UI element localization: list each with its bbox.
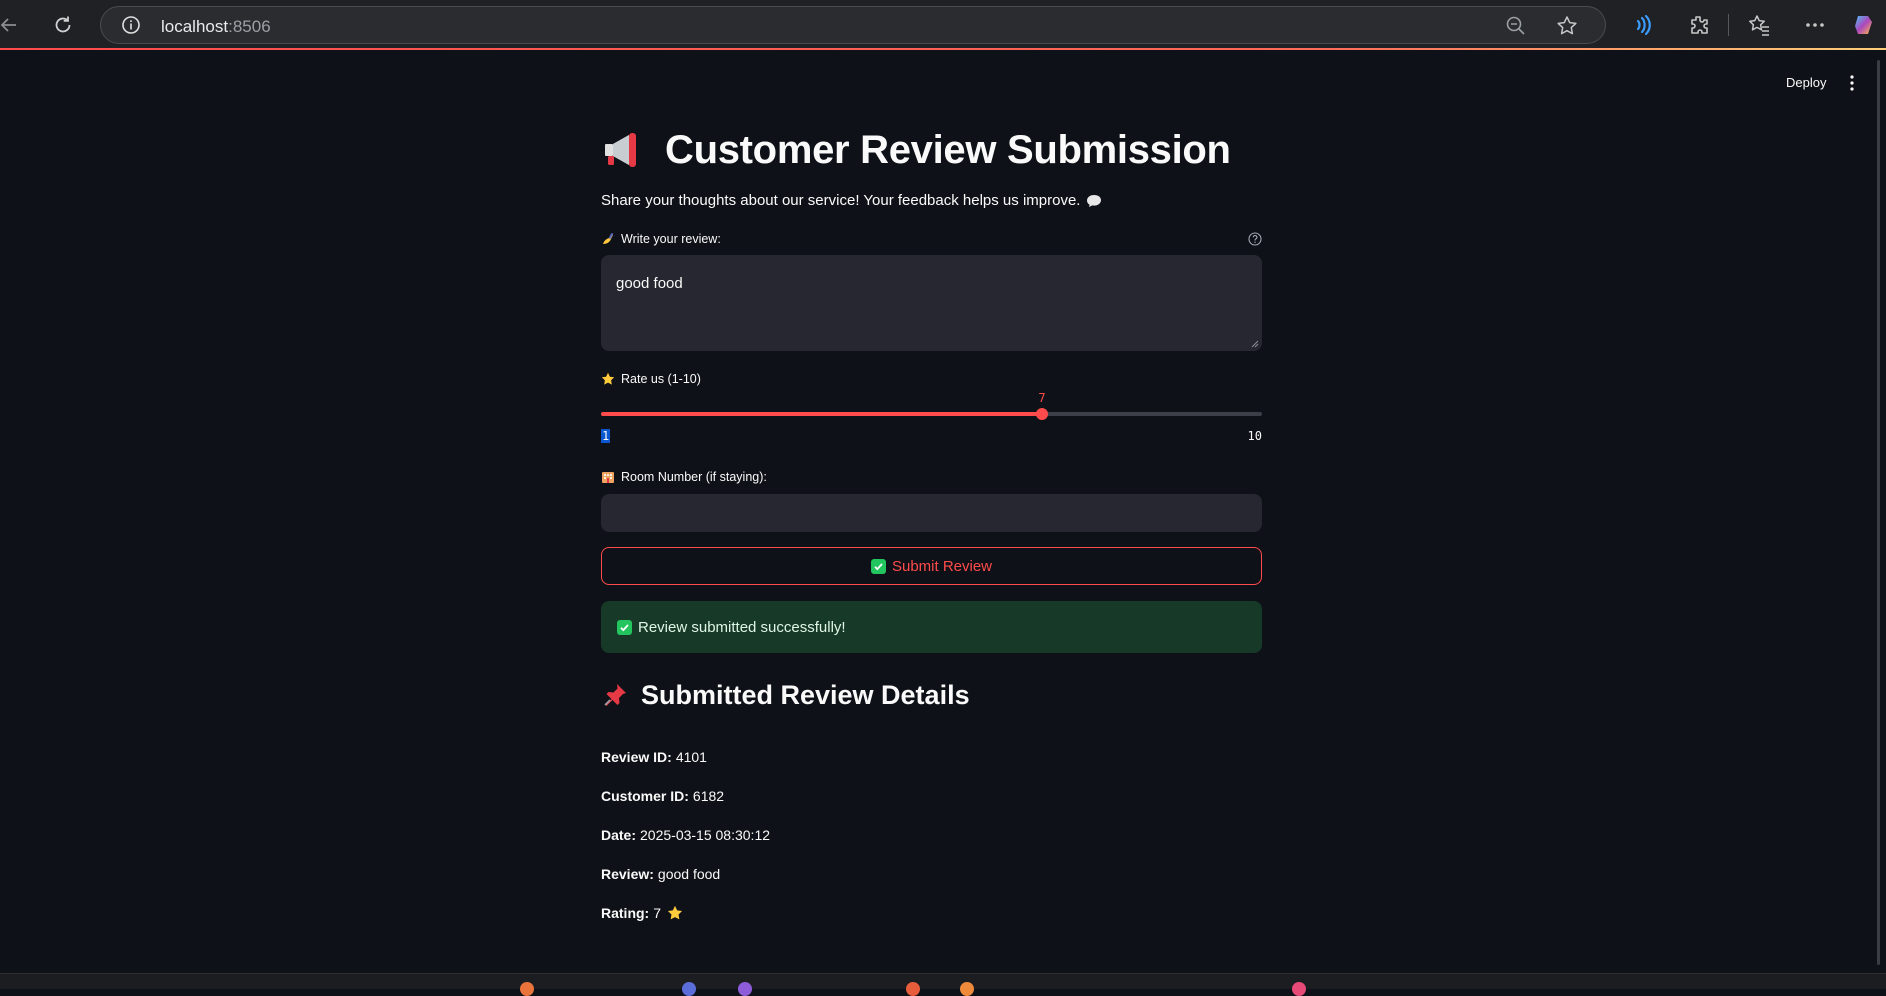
detail-review-id: Review ID: 4101 — [601, 737, 1262, 776]
more-options-icon[interactable] — [1802, 12, 1828, 38]
resize-handle-icon[interactable] — [1251, 340, 1259, 348]
room-field-label: Room Number (if staying): — [601, 467, 1262, 487]
slider-fill — [601, 412, 1042, 416]
favorite-star-icon[interactable] — [1555, 14, 1579, 38]
check-mark-icon — [870, 558, 886, 574]
speech-bubble-icon — [1087, 194, 1102, 207]
submit-review-button[interactable]: Submit Review — [601, 547, 1262, 585]
copilot-icon[interactable] — [1852, 12, 1878, 38]
browser-toolbar: localhost:8506 — [0, 0, 1886, 50]
main-menu-icon[interactable] — [1848, 73, 1856, 93]
main-content: Customer Review Submission Share your th… — [601, 118, 1262, 932]
submit-button-label: Submit Review — [891, 557, 993, 575]
review-textarea[interactable]: good food — [601, 255, 1262, 351]
address-bar[interactable]: localhost:8506 — [100, 6, 1606, 44]
read-aloud-icon[interactable] — [1630, 12, 1656, 38]
zoom-out-icon[interactable] — [1505, 15, 1527, 37]
page-title-text: Customer Review Submission — [665, 127, 1231, 172]
favorites-icon[interactable] — [1746, 12, 1772, 38]
rating-slider[interactable]: 7 1 10 — [601, 391, 1262, 453]
success-check-icon — [617, 619, 632, 635]
detail-review: Review: good food — [601, 854, 1262, 893]
detail-customer-id: Customer ID: 6182 — [601, 776, 1262, 815]
success-message: Review submitted successfully! — [638, 618, 846, 636]
success-alert: Review submitted successfully! — [601, 601, 1262, 653]
rating-field-label: Rate us (1-10) — [601, 369, 1262, 389]
detail-label: Date: — [601, 826, 637, 843]
hotel-icon — [602, 472, 614, 483]
detail-value: 2025-03-15 08:30:12 — [640, 826, 771, 843]
taskbar-app-icon[interactable] — [1292, 982, 1306, 996]
room-number-input[interactable] — [601, 494, 1262, 532]
back-arrow-icon[interactable] — [0, 10, 24, 40]
writing-hand-icon — [603, 232, 614, 244]
detail-label: Rating: — [601, 904, 650, 921]
details-heading-text: Submitted Review Details — [641, 679, 970, 710]
detail-value: good food — [657, 865, 721, 882]
help-icon[interactable] — [1248, 232, 1262, 246]
review-label-text: Write your review: — [621, 232, 721, 246]
slider-thumb[interactable] — [1036, 408, 1048, 420]
megaphone-icon — [605, 133, 636, 167]
detail-value: 6182 — [692, 787, 725, 804]
detail-date: Date: 2025-03-15 08:30:12 — [601, 815, 1262, 854]
detail-label: Review ID: — [601, 748, 672, 765]
slider-max-label: 10 — [1247, 429, 1262, 443]
url-text: localhost:8506 — [161, 17, 271, 36]
detail-value: 4101 — [675, 748, 707, 765]
detail-label: Review: — [601, 865, 654, 882]
taskbar-app-icon[interactable] — [682, 982, 696, 996]
detail-value: 7 — [653, 904, 662, 921]
taskbar-app-icon[interactable] — [738, 982, 752, 996]
review-textarea-value: good food — [616, 275, 683, 292]
page-title: Customer Review Submission — [601, 118, 1262, 182]
toolbar-divider — [1728, 14, 1729, 36]
loading-accent-line — [0, 48, 1886, 50]
page-subtitle: Share your thoughts about our service! Y… — [601, 192, 1262, 209]
taskbar-app-icon[interactable] — [906, 982, 920, 996]
rating-label-text: Rate us (1-10) — [621, 372, 701, 386]
page-subtitle-text: Share your thoughts about our service! Y… — [601, 192, 1081, 209]
star-icon — [601, 372, 615, 385]
slider-current-value: 7 — [1038, 391, 1046, 405]
os-taskbar — [0, 973, 1886, 996]
pushpin-icon — [604, 684, 626, 706]
extensions-icon[interactable] — [1686, 12, 1712, 38]
site-info-icon[interactable] — [121, 15, 141, 35]
deploy-button[interactable]: Deploy — [1786, 75, 1826, 90]
taskbar-app-icon[interactable] — [520, 982, 534, 996]
taskbar-app-icon[interactable] — [960, 982, 974, 996]
star-icon — [667, 905, 683, 920]
details-heading: Submitted Review Details — [601, 675, 1262, 715]
page-scrollbar[interactable] — [1877, 60, 1880, 965]
room-label-text: Room Number (if staying): — [621, 470, 767, 484]
detail-label: Customer ID: — [601, 787, 689, 804]
detail-rating: Rating: 7 — [601, 893, 1262, 932]
reload-icon[interactable] — [48, 10, 78, 40]
slider-min-label: 1 — [601, 429, 611, 443]
review-field-label: Write your review: — [601, 229, 1262, 249]
